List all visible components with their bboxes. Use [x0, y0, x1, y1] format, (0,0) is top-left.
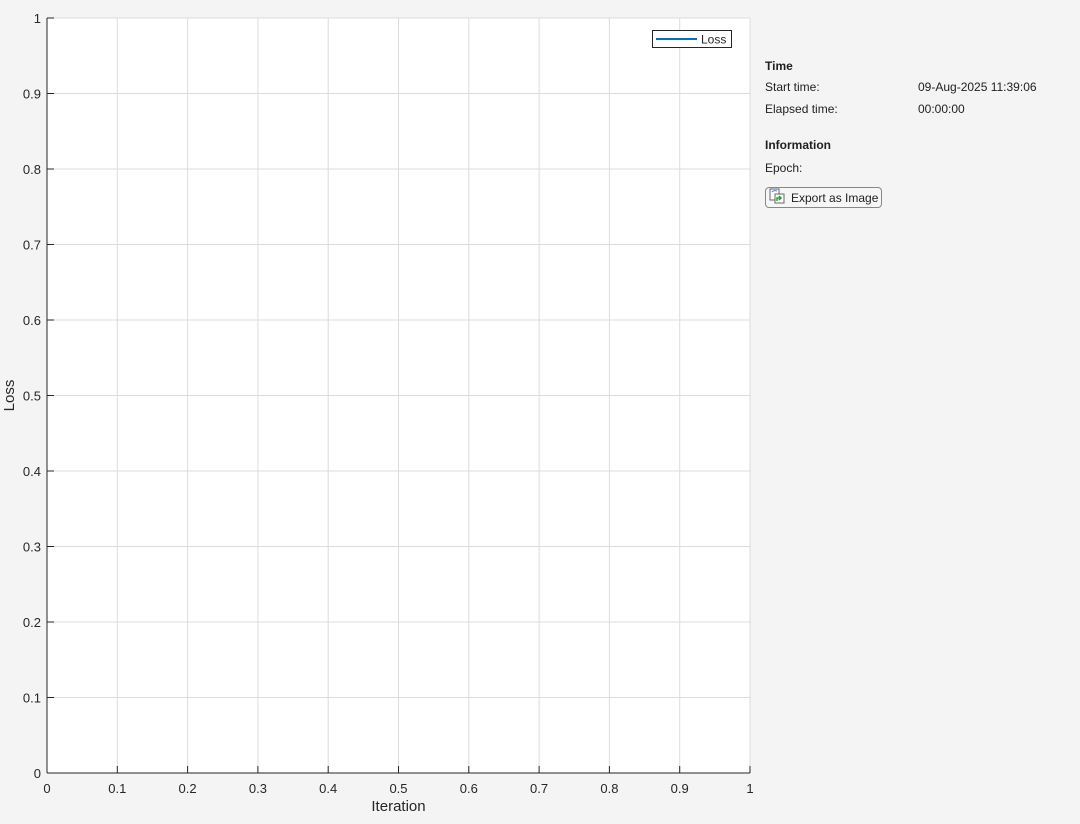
export-image-icon: [769, 188, 785, 207]
x-tick-label: 1: [746, 781, 753, 796]
x-tick-label: 0.2: [179, 781, 197, 796]
y-tick-label: 1: [34, 11, 41, 26]
x-tick-label: 0.9: [671, 781, 689, 796]
y-tick-label: 0.9: [23, 87, 41, 102]
x-tick-label: 0.1: [108, 781, 126, 796]
x-tick-label: 0.8: [600, 781, 618, 796]
x-axis-label: Iteration: [371, 798, 425, 815]
y-tick-label: 0.4: [23, 464, 41, 479]
epoch-label: Epoch:: [765, 161, 802, 175]
y-tick-label: 0.6: [23, 313, 41, 328]
time-header: Time: [765, 59, 793, 73]
information-header: Information: [765, 138, 831, 152]
x-tick-label: 0.4: [319, 781, 337, 796]
x-tick-label: 0.6: [460, 781, 478, 796]
y-axis-label: Loss: [1, 380, 18, 412]
legend-label: Loss: [701, 33, 726, 47]
elapsed-time-value: 00:00:00: [918, 102, 965, 116]
y-tick-label: 0.3: [23, 540, 41, 555]
y-tick-label: 0.5: [23, 389, 41, 404]
y-tick-label: 0.7: [23, 238, 41, 253]
y-tick-label: 0.8: [23, 162, 41, 177]
y-tick-label: 0.2: [23, 615, 41, 630]
loss-chart: 0 0.1 0.2 0.3 0.4 0.5 0.6 0.7 0.8 0.9 1 0 0.1 0.2 0.3 0…: [0, 0, 760, 824]
start-time-value: 09-Aug-2025 11:39:06: [918, 80, 1037, 94]
export-label: Export as Image: [791, 191, 878, 205]
elapsed-time-label: Elapsed time:: [765, 102, 838, 116]
y-tick-label: 0.1: [23, 691, 41, 706]
export-as-image-button[interactable]: Export as Image: [765, 187, 882, 208]
start-time-label: Start time:: [765, 80, 820, 94]
x-tick-label: 0.3: [249, 781, 267, 796]
x-tick-label: 0.5: [389, 781, 407, 796]
x-tick-label: 0.7: [530, 781, 548, 796]
y-tick-label: 0: [34, 766, 41, 781]
x-tick-label: 0: [43, 781, 50, 796]
